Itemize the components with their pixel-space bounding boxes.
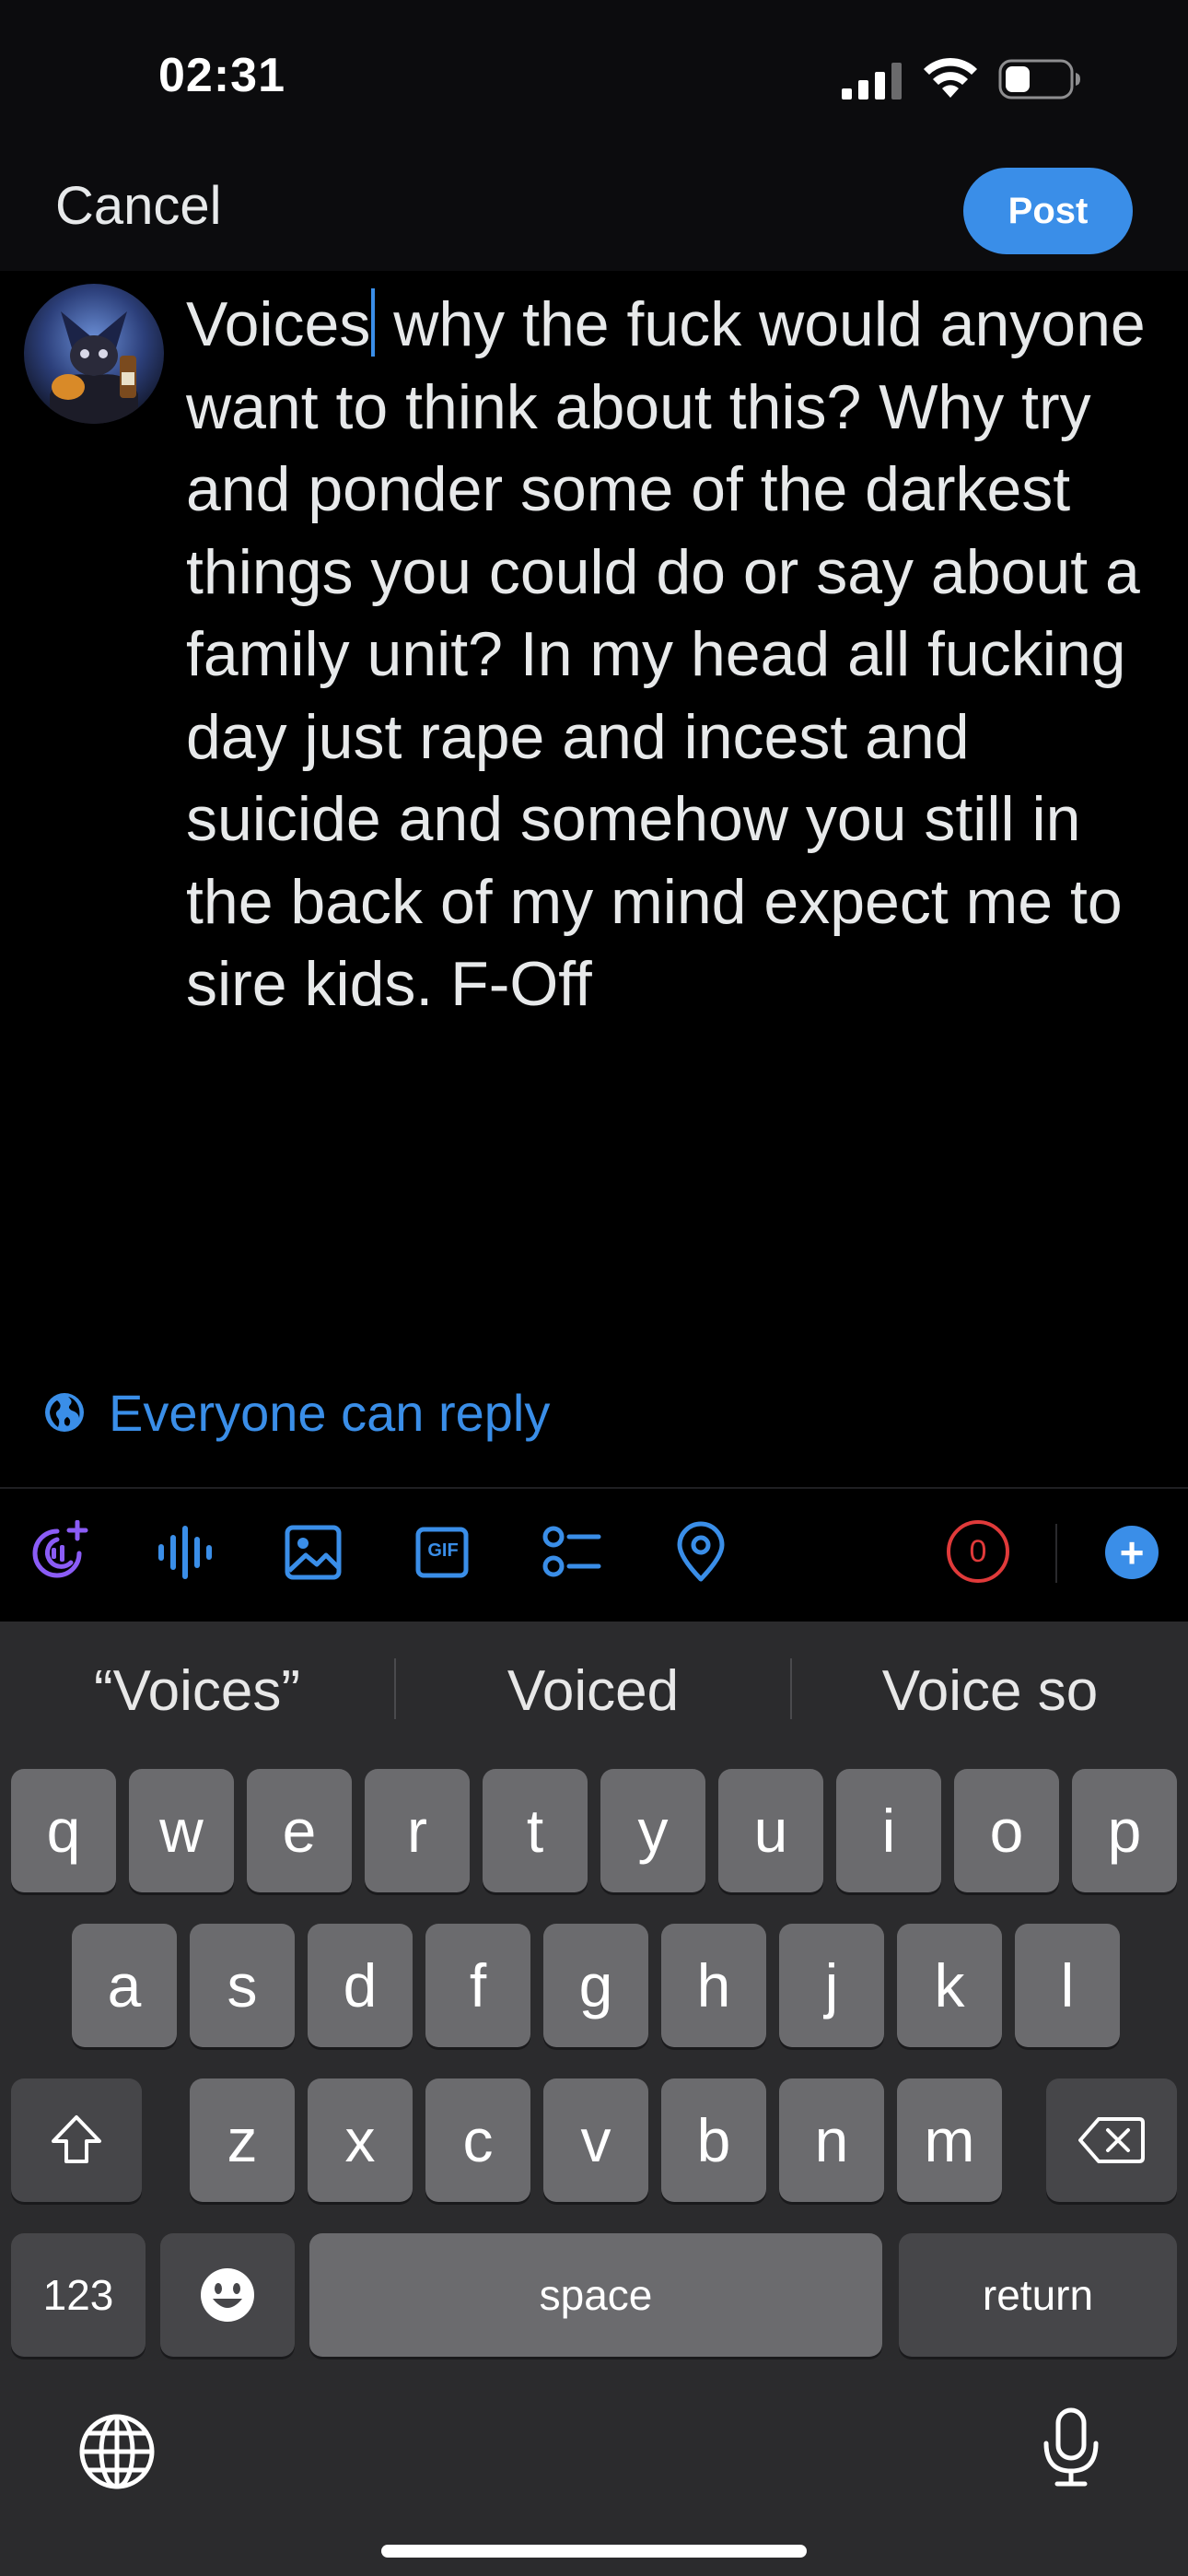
key-n[interactable]: n	[779, 2078, 884, 2202]
key-t[interactable]: t	[483, 1769, 588, 1892]
status-bar: 02:31	[0, 0, 1188, 157]
image-icon[interactable]	[282, 1520, 346, 1585]
key-j[interactable]: j	[779, 1924, 884, 2047]
key-w[interactable]: w	[129, 1769, 234, 1892]
status-time: 02:31	[158, 49, 285, 102]
backspace-key[interactable]	[1046, 2078, 1177, 2202]
toolbar-separator	[1055, 1524, 1057, 1583]
key-i[interactable]: i	[836, 1769, 941, 1892]
space-key[interactable]: space	[309, 2233, 882, 2357]
gif-label: GIF	[427, 1540, 459, 1561]
compose-text-after-caret: why the fuck would anyone want to think …	[186, 289, 1163, 1019]
key-k[interactable]: k	[897, 1924, 1002, 2047]
shift-key[interactable]	[11, 2078, 142, 2202]
compose-header: Cancel Post	[0, 157, 1188, 271]
character-counter: 0	[947, 1520, 1009, 1583]
add-post-button[interactable]: +	[1105, 1526, 1159, 1579]
grok-icon[interactable]	[26, 1520, 90, 1585]
numbers-key[interactable]: 123	[11, 2233, 146, 2357]
globe-keyboard-icon[interactable]	[76, 2410, 158, 2493]
key-x[interactable]: x	[308, 2078, 413, 2202]
location-icon[interactable]	[669, 1520, 733, 1585]
key-s[interactable]: s	[190, 1924, 295, 2047]
avatar[interactable]	[24, 284, 164, 424]
key-p[interactable]: p	[1072, 1769, 1177, 1892]
key-y[interactable]: y	[600, 1769, 705, 1892]
text-caret	[371, 288, 376, 357]
key-a[interactable]: a	[72, 1924, 177, 2047]
key-f[interactable]: f	[425, 1924, 530, 2047]
reply-setting-label: Everyone can reply	[109, 1383, 551, 1442]
key-b[interactable]: b	[661, 2078, 766, 2202]
keyboard: “Voices” Voiced Voice so q w e r t y u i…	[0, 1622, 1188, 2576]
reply-setting[interactable]: Everyone can reply	[44, 1380, 550, 1445]
wifi-icon	[924, 57, 977, 98]
compose-toolbar: GIF 0 +	[0, 1489, 1188, 1618]
globe-icon	[45, 1393, 84, 1432]
compose-text-before-caret: Voices	[186, 289, 371, 359]
suggestion-2[interactable]: Voiced	[396, 1622, 790, 1760]
key-v[interactable]: v	[543, 2078, 648, 2202]
key-u[interactable]: u	[718, 1769, 823, 1892]
key-c[interactable]: c	[425, 2078, 530, 2202]
battery-icon	[998, 59, 1080, 100]
suggestion-3[interactable]: Voice so	[792, 1622, 1188, 1760]
key-m[interactable]: m	[897, 2078, 1002, 2202]
avatar-image	[24, 284, 164, 424]
key-h[interactable]: h	[661, 1924, 766, 2047]
gif-button[interactable]: GIF	[411, 1520, 475, 1585]
poll-icon[interactable]	[540, 1520, 604, 1585]
post-button[interactable]: Post	[963, 168, 1133, 254]
emoji-key[interactable]	[160, 2233, 295, 2357]
suggestion-1[interactable]: “Voices”	[0, 1622, 394, 1760]
key-z[interactable]: z	[190, 2078, 295, 2202]
suggestion-bar: “Voices” Voiced Voice so	[0, 1622, 1188, 1760]
key-q[interactable]: q	[11, 1769, 116, 1892]
return-key[interactable]: return	[899, 2233, 1177, 2357]
key-r[interactable]: r	[365, 1769, 470, 1892]
key-o[interactable]: o	[954, 1769, 1059, 1892]
cancel-button[interactable]: Cancel	[55, 175, 222, 237]
key-g[interactable]: g	[543, 1924, 648, 2047]
emoji-icon	[201, 2268, 254, 2322]
key-l[interactable]: l	[1015, 1924, 1120, 2047]
key-d[interactable]: d	[308, 1924, 413, 2047]
compose-text-area[interactable]: Voices why the fuck would anyone want to…	[186, 284, 1162, 1026]
key-e[interactable]: e	[247, 1769, 352, 1892]
microphone-icon[interactable]	[1030, 2406, 1112, 2489]
home-indicator[interactable]	[381, 2545, 807, 2558]
shift-icon	[52, 2115, 101, 2163]
cellular-signal-icon	[842, 63, 902, 100]
voice-icon[interactable]	[155, 1520, 219, 1585]
backspace-icon	[1078, 2117, 1145, 2163]
